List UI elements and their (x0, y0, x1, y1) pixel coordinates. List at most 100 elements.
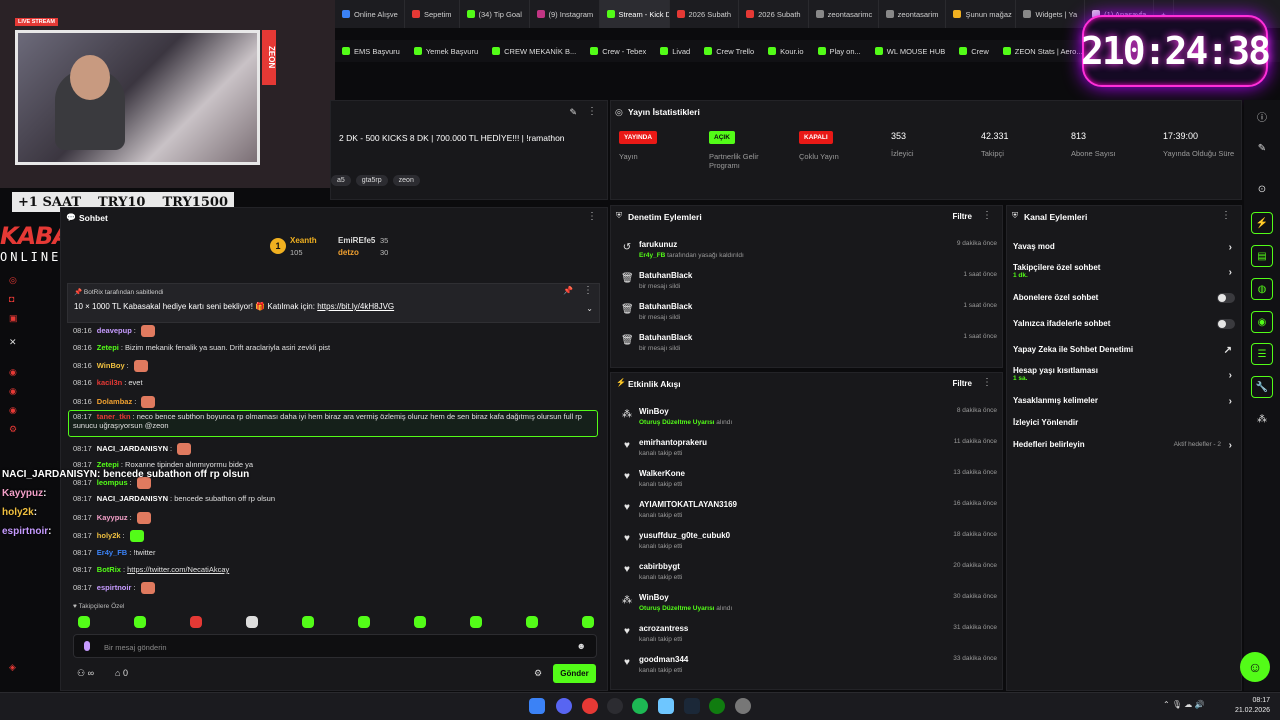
bookmark-item[interactable]: ZEON Stats | Aero... (996, 47, 1090, 56)
settings-app-icon[interactable] (735, 698, 751, 714)
emote-shortcut-icon[interactable] (246, 616, 258, 628)
message-username[interactable]: Dolambaz (97, 397, 132, 406)
message-username[interactable]: Zetepi (97, 460, 119, 469)
moderation-item[interactable]: 🗑 BatuhanBlack bir mesajı sildi 1 saat önce (619, 329, 997, 358)
message-username[interactable]: BotRix (97, 565, 121, 574)
instagram-icon[interactable]: ◎ (9, 275, 17, 286)
activity-item[interactable]: ♥ AYIAMITOKATLAYAN3169 kanalı takip etti 16… (619, 496, 997, 525)
moderation-filter-button[interactable]: Filtre (952, 212, 972, 221)
mic-icon[interactable] (84, 641, 90, 651)
message-username[interactable]: kacil3n (97, 378, 122, 387)
moderation-item[interactable]: 🗑 BatuhanBlack bir mesajı sildi 1 saat önce (619, 298, 997, 327)
activity-item[interactable]: ♥ WalkerKone kanalı takip etti 13 dakika ön… (619, 465, 997, 494)
spotify-icon[interactable] (632, 698, 648, 714)
send-button[interactable]: Gönder (553, 664, 596, 683)
message-username[interactable]: NACI_JARDANISYN (97, 444, 168, 453)
link-icon-2[interactable]: ◉ (9, 386, 17, 397)
steam-icon[interactable] (684, 698, 700, 714)
link-icon[interactable]: ◉ (9, 367, 17, 378)
tray-icons[interactable]: ⌃ 🎙 ☁ 🔊 (1163, 700, 1205, 709)
chat-icon[interactable]: ◍ (1251, 278, 1273, 300)
message-username[interactable]: WinBoy (97, 361, 125, 370)
infinity-icon[interactable]: ⚇ ∞ (77, 668, 94, 679)
browser-tab[interactable]: 2026 Subath (739, 0, 809, 28)
activity-item[interactable]: ♥ yusuffduz_g0te_cubuk0 kanalı takip etti 1… (619, 527, 997, 556)
emoji-icon[interactable]: ☻ (577, 641, 586, 651)
stream-tag[interactable]: gta5rp (355, 175, 388, 186)
stream-tag[interactable]: zeon (392, 175, 420, 186)
emote-shortcut-icon[interactable] (302, 616, 314, 628)
info-icon[interactable]: ⓘ (1251, 105, 1273, 127)
leader-name-3[interactable]: detzo (338, 248, 359, 257)
browser-tab[interactable]: Widgets | Ya (1016, 0, 1086, 28)
emote-shortcut-icon[interactable] (190, 616, 202, 628)
more-icon[interactable]: ⋮ (587, 106, 597, 117)
toggle-switch[interactable] (1217, 319, 1235, 329)
bookmark-item[interactable]: Crew (952, 47, 996, 56)
message-username[interactable]: holy2k (97, 531, 121, 540)
toggle-switch[interactable] (1217, 293, 1235, 303)
settings-icon[interactable]: ⚙ (534, 668, 542, 679)
channel-action-item[interactable]: Yapay Zeka ile Sohbet Denetimi ↗ (1013, 345, 1235, 356)
channel-more-icon[interactable]: ⋮ (1221, 210, 1231, 221)
pinned-more-icon[interactable]: ⋮ (583, 285, 593, 296)
message-username[interactable]: taner_tkn (97, 412, 131, 421)
bookmark-item[interactable]: Play on... (811, 47, 868, 56)
wrench-icon[interactable]: 🔧 (1251, 376, 1273, 398)
list-icon[interactable]: ☰ (1251, 343, 1273, 365)
chevron-right-icon[interactable]: › (1229, 267, 1232, 278)
activity-item[interactable]: ⁂ WinBoy Oturuş Düzeltme Uyarısı alındı 8 d… (619, 403, 997, 432)
chevron-right-icon[interactable]: › (1229, 370, 1232, 381)
discord-icon[interactable]: ◘ (9, 294, 14, 304)
activity-item[interactable]: ♥ cabirbbygt kanalı takip etti 20 dakika ön… (619, 558, 997, 587)
app-icon[interactable] (658, 698, 674, 714)
bookmark-item[interactable]: Crew Trello (697, 47, 761, 56)
emote-shortcut-icon[interactable] (526, 616, 538, 628)
browser-tab[interactable]: Şunun mağaz (946, 0, 1017, 28)
channel-action-item[interactable]: Yavaş mod › (1013, 242, 1235, 253)
activity-more-icon[interactable]: ⋮ (982, 377, 992, 388)
activity-item[interactable]: ♥ emirhantoprakeru kanalı takip etti 11 dak… (619, 434, 997, 463)
note-icon[interactable]: ▤ (1251, 245, 1273, 267)
browser-tab[interactable]: 2026 Subath (670, 0, 740, 28)
activity-item[interactable]: ♥ goodman344 kanalı takip etti 33 dakika ön… (619, 651, 997, 680)
chat-more-icon[interactable]: ⋮ (587, 211, 597, 222)
obs-icon[interactable] (607, 698, 623, 714)
broadcast-icon[interactable]: ◉ (1251, 311, 1273, 333)
chevron-right-icon[interactable]: › (1229, 242, 1232, 253)
bookmark-item[interactable]: EMS Başvuru (335, 47, 407, 56)
apps-icon[interactable]: ⁂ (1251, 408, 1273, 430)
settings-icon[interactable]: ⚙ (9, 424, 17, 435)
message-username[interactable]: espirtnoir (97, 583, 132, 592)
taskbar-clock[interactable]: 08:17 21.02.2026 (1235, 696, 1270, 716)
windows-start-icon[interactable] (529, 698, 545, 714)
bookmark-item[interactable]: CREW MEKANİK B... (485, 47, 583, 56)
channel-action-item[interactable]: Hedefleri belirleyin › Aktif hedefler - 2 (1013, 440, 1235, 451)
browser-tab[interactable]: (34) Tip Goal (460, 0, 530, 28)
moderation-item[interactable]: ↺ farukunuz Er4y_FB tarafından yasağı kald… (619, 236, 997, 265)
browser-tab[interactable]: zeontasarimc (809, 0, 879, 28)
moderation-more-icon[interactable]: ⋮ (982, 210, 992, 221)
message-username[interactable]: Kayypuz (97, 513, 128, 522)
chevron-right-icon[interactable]: › (1229, 396, 1232, 407)
xbox-icon[interactable] (709, 698, 725, 714)
browser-tab[interactable]: (9) Instagram (530, 0, 600, 28)
activity-item[interactable]: ♥ acrozantress kanalı takip etti 31 dakika … (619, 620, 997, 649)
chat-input[interactable]: Bir mesaj gönderin ☻ (73, 634, 597, 658)
browser-tab[interactable]: Sepetim (405, 0, 460, 28)
activity-filter-button[interactable]: Filtre (952, 379, 972, 388)
x-icon[interactable]: ✕ (9, 337, 17, 348)
discord-app-icon[interactable] (556, 698, 572, 714)
message-text[interactable]: https://twitter.com/NecatiAkcay (127, 565, 229, 574)
channel-action-item[interactable]: İzleyici Yönlendir (1013, 418, 1235, 427)
edit-icon[interactable]: ✎ (569, 107, 577, 118)
camera-icon[interactable]: ⊙ (1251, 178, 1273, 200)
chevron-right-icon[interactable]: › (1229, 440, 1232, 451)
message-username[interactable]: Zetepi (97, 343, 119, 352)
emote-shortcut-icon[interactable] (78, 616, 90, 628)
leader-name-2[interactable]: EmiREfe5 (338, 236, 375, 245)
bookmark-item[interactable]: WL MOUSE HUB (868, 47, 952, 56)
gx-icon[interactable]: ◈ (9, 662, 16, 673)
emote-shortcut-icon[interactable] (358, 616, 370, 628)
kick-icon[interactable]: ▣ (9, 313, 18, 324)
